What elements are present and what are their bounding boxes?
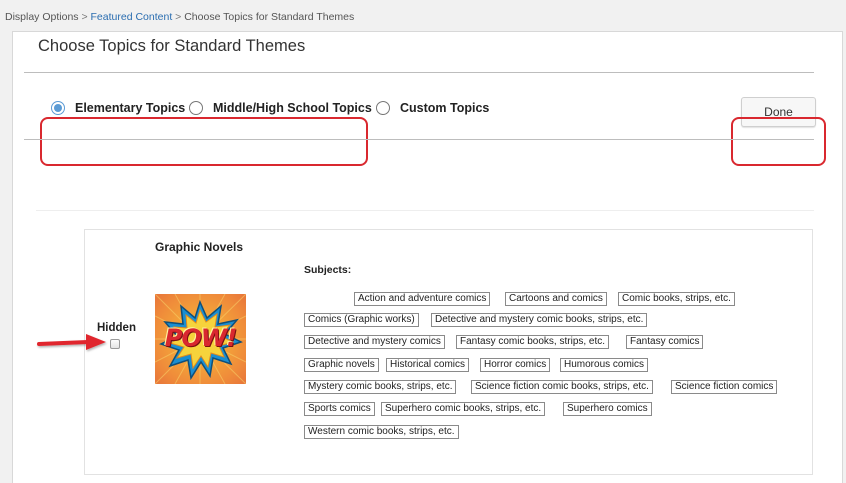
subject-tag: Graphic novels: [304, 358, 379, 372]
radio-middle-high-topics[interactable]: Middle/High School Topics: [189, 101, 372, 115]
subject-tag: Western comic books, strips, etc.: [304, 425, 459, 439]
page-title: Choose Topics for Standard Themes: [38, 37, 306, 55]
subject-tag: Fantasy comic books, strips, etc.: [456, 335, 610, 349]
pow-text: POW!: [164, 324, 237, 352]
breadcrumb-separator: >: [175, 11, 182, 23]
subject-tag: Superhero comics: [563, 402, 652, 416]
radio-label-custom: Custom Topics: [400, 101, 490, 115]
breadcrumb: Display Options > Featured Content > Cho…: [5, 11, 354, 23]
hidden-checkbox[interactable]: [110, 339, 120, 349]
radio-selected-indicator[interactable]: [51, 101, 65, 115]
app-frame: Display Options > Featured Content > Cho…: [0, 0, 846, 483]
divider: [24, 72, 814, 73]
radio-label-elementary: Elementary Topics: [75, 101, 186, 115]
arrow-right-icon: [37, 334, 106, 350]
topic-image-pow: POW!: [155, 294, 246, 384]
subject-tag: Mystery comic books, strips, etc.: [304, 380, 457, 394]
radio-custom-topics[interactable]: Custom Topics: [376, 101, 489, 115]
subject-tag: Science fiction comics: [671, 380, 778, 394]
highlight-box-done: [731, 117, 826, 166]
subject-tag: Superhero comic books, strips, etc.: [381, 402, 546, 416]
radio-elementary-topics[interactable]: Elementary Topics: [51, 101, 185, 115]
subject-tag: Fantasy comics: [626, 335, 704, 349]
breadcrumb-display-options[interactable]: Display Options: [5, 11, 79, 23]
breadcrumb-featured-content[interactable]: Featured Content: [91, 11, 173, 23]
subjects-label: Subjects:: [304, 264, 352, 276]
radio-label-middle-high: Middle/High School Topics: [213, 101, 372, 115]
subject-tag: Cartoons and comics: [505, 292, 607, 306]
subject-tag: Action and adventure comics: [354, 292, 491, 306]
subject-tag: Detective and mystery comics: [304, 335, 445, 349]
subject-tag: Comic books, strips, etc.: [618, 292, 735, 306]
radio-unselected-indicator[interactable]: [376, 101, 390, 115]
subject-tag: Comics (Graphic works): [304, 313, 419, 327]
highlight-box-radio-group: [40, 117, 368, 166]
breadcrumb-separator: >: [81, 11, 88, 23]
subject-tag: Horror comics: [480, 358, 551, 372]
divider: [36, 210, 814, 211]
topic-title: Graphic Novels: [155, 240, 244, 254]
divider: [24, 139, 814, 140]
breadcrumb-current-page: Choose Topics for Standard Themes: [184, 11, 355, 23]
subject-tag: Detective and mystery comic books, strip…: [431, 313, 648, 327]
subject-tag: Historical comics: [386, 358, 470, 372]
radio-unselected-indicator[interactable]: [189, 101, 203, 115]
subject-tag: Humorous comics: [560, 358, 649, 372]
subject-tag: Sports comics: [304, 402, 375, 416]
subject-tag: Science fiction comic books, strips, etc…: [471, 380, 653, 394]
